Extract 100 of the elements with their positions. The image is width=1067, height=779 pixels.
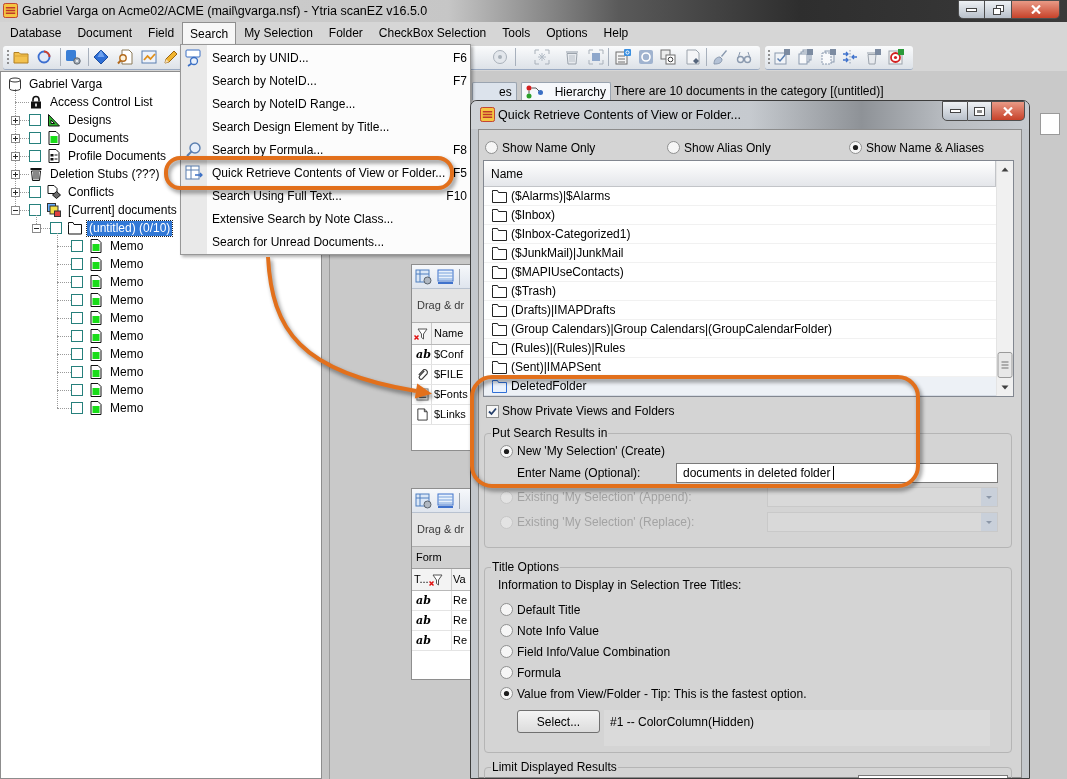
tree-label[interactable]: Memo bbox=[108, 400, 146, 416]
tree-label[interactable]: Memo bbox=[108, 256, 146, 272]
diamond-icon[interactable] bbox=[93, 49, 109, 65]
radio-option[interactable]: New 'My Selection' (Create) bbox=[500, 442, 665, 460]
tree-label[interactable]: Memo bbox=[108, 292, 146, 308]
tree-label[interactable]: Gabriel Varga bbox=[27, 76, 105, 92]
expand-icon[interactable] bbox=[11, 169, 20, 179]
list-row[interactable]: DeletedFolder bbox=[484, 377, 996, 396]
minimize-button[interactable] bbox=[958, 0, 985, 19]
radio-option[interactable]: Value from View/Folder - Tip: This is the fastest option. bbox=[500, 684, 807, 703]
menu-item[interactable]: CheckBox Selection bbox=[370, 22, 495, 44]
checkbox-icon[interactable] bbox=[29, 132, 41, 144]
menu-item[interactable]: Search by NoteID... F7 bbox=[181, 69, 470, 92]
text-field[interactable]: documents in deleted folder bbox=[676, 463, 998, 483]
radio-option[interactable]: Default Title bbox=[500, 600, 581, 619]
tile-gear-icon[interactable] bbox=[65, 49, 81, 65]
menu-item[interactable]: Search for Unread Documents... bbox=[181, 230, 470, 253]
document-magnifier-icon[interactable] bbox=[117, 49, 133, 65]
collapse-icon[interactable] bbox=[11, 205, 20, 215]
scrollbar[interactable] bbox=[996, 161, 1013, 396]
tree-label[interactable]: Designs bbox=[66, 112, 114, 128]
tree-label[interactable]: Memo bbox=[108, 310, 146, 326]
expand-icon[interactable] bbox=[11, 133, 20, 143]
radio-option[interactable]: Formula bbox=[500, 663, 561, 682]
checkbox-icon[interactable] bbox=[29, 114, 41, 126]
checkbox-icon[interactable] bbox=[71, 330, 83, 342]
list-row[interactable]: ($Alarms)|$Alarms bbox=[484, 187, 996, 206]
close-button[interactable] bbox=[1012, 0, 1060, 19]
tree-label[interactable]: Memo bbox=[108, 274, 146, 290]
list-row[interactable]: ($Inbox) bbox=[484, 206, 996, 225]
radio-icon[interactable] bbox=[500, 666, 513, 679]
close-button[interactable] bbox=[992, 101, 1025, 121]
menu-item[interactable]: Quick Retrieve Contents of View or Folder... F5 bbox=[181, 161, 470, 184]
brush-icon[interactable] bbox=[712, 49, 728, 65]
table-gear-icon[interactable] bbox=[415, 268, 432, 285]
merge-arrows-icon[interactable] bbox=[842, 49, 858, 65]
list-row[interactable]: (Drafts)|IMAPDrafts bbox=[484, 301, 996, 320]
tree-label[interactable]: Memo bbox=[108, 346, 146, 362]
tab[interactable]: Hierarchy bbox=[520, 82, 612, 100]
list-row[interactable]: ($JunkMail)|JunkMail bbox=[484, 244, 996, 263]
chart-icon[interactable] bbox=[141, 49, 157, 65]
tree-label[interactable]: [Current] documents bbox=[66, 202, 179, 218]
menu-item[interactable]: Document bbox=[69, 22, 141, 44]
tile-ring-icon[interactable] bbox=[638, 49, 654, 65]
menu-item[interactable]: Search Design Element by Title... bbox=[181, 115, 470, 138]
menu-item[interactable]: Options bbox=[538, 22, 596, 44]
column-header[interactable]: T... bbox=[412, 569, 452, 590]
glasses-icon[interactable] bbox=[736, 49, 752, 65]
radio-option[interactable]: Note Info Value bbox=[500, 621, 599, 640]
toolbar-grip-icon[interactable] bbox=[767, 49, 771, 65]
expand-icon[interactable] bbox=[11, 187, 20, 197]
radio-icon[interactable] bbox=[500, 444, 513, 458]
radio-option[interactable]: Show Name Only bbox=[485, 138, 596, 157]
checkbox-icon[interactable] bbox=[71, 240, 83, 252]
expand-icon[interactable] bbox=[11, 151, 20, 161]
menu-item[interactable]: Search Using Full Text... F10 bbox=[181, 184, 470, 207]
list-row[interactable]: ($Trash) bbox=[484, 282, 996, 301]
radio-option[interactable]: Show Alias Only bbox=[667, 138, 771, 157]
checkbox-icon[interactable] bbox=[71, 384, 83, 396]
radio-icon[interactable] bbox=[485, 141, 498, 154]
checkbox-icon[interactable] bbox=[71, 294, 83, 306]
radio-option[interactable]: Show Name & Aliases bbox=[849, 138, 985, 157]
select-button[interactable]: Select... bbox=[517, 710, 600, 733]
checkbox-icon[interactable] bbox=[29, 204, 41, 216]
menu-item[interactable]: Tools bbox=[494, 22, 539, 44]
menu-item[interactable]: Search bbox=[182, 22, 237, 44]
stack-icon[interactable] bbox=[797, 49, 813, 65]
list-row[interactable]: ($MAPIUseContacts) bbox=[484, 263, 996, 282]
tree-label[interactable]: Deletion Stubs (???) bbox=[48, 166, 162, 182]
radio-icon[interactable] bbox=[500, 603, 513, 616]
toolbar-grip-icon[interactable] bbox=[6, 49, 10, 65]
checkbox-icon[interactable] bbox=[29, 150, 41, 162]
collapse-icon[interactable] bbox=[32, 223, 41, 233]
radio-icon[interactable] bbox=[500, 624, 513, 637]
expand-icon[interactable] bbox=[11, 115, 20, 125]
scrollbar-thumb[interactable] bbox=[997, 352, 1013, 378]
list-icon[interactable] bbox=[615, 49, 631, 65]
tree-label[interactable]: Access Control List bbox=[48, 94, 155, 110]
checkbox-icon[interactable] bbox=[71, 348, 83, 360]
tree-label[interactable]: Memo bbox=[108, 364, 146, 380]
checkbox-icon[interactable] bbox=[71, 276, 83, 288]
column-header[interactable]: Name bbox=[484, 161, 996, 187]
checkbox-icon[interactable] bbox=[486, 404, 499, 418]
menu-item[interactable]: My Selection bbox=[236, 22, 321, 44]
menu-item[interactable]: Database bbox=[2, 22, 70, 44]
refresh-icon[interactable] bbox=[36, 49, 52, 65]
radio-option[interactable]: Field Info/Value Combination bbox=[500, 642, 671, 661]
checkbox-icon[interactable] bbox=[50, 222, 62, 234]
radio-icon[interactable] bbox=[500, 645, 513, 658]
document-icon[interactable] bbox=[685, 49, 701, 65]
tab[interactable]: es bbox=[472, 82, 517, 100]
table-gear-icon[interactable] bbox=[415, 492, 432, 509]
checkbox-option[interactable]: Show Private Views and Folders bbox=[486, 404, 675, 418]
folder-icon[interactable] bbox=[13, 49, 29, 65]
list-row[interactable]: (Group Calendars)|Group Calendars|(GroupCalendarFolder) bbox=[484, 320, 996, 339]
filter-icon[interactable] bbox=[428, 572, 443, 587]
tree-label[interactable]: (untitled) (0/10) bbox=[87, 220, 173, 236]
checkbox-icon[interactable] bbox=[71, 402, 83, 414]
list-row[interactable]: ($Inbox-Categorized1) bbox=[484, 225, 996, 244]
checkbox-icon[interactable] bbox=[71, 312, 83, 324]
